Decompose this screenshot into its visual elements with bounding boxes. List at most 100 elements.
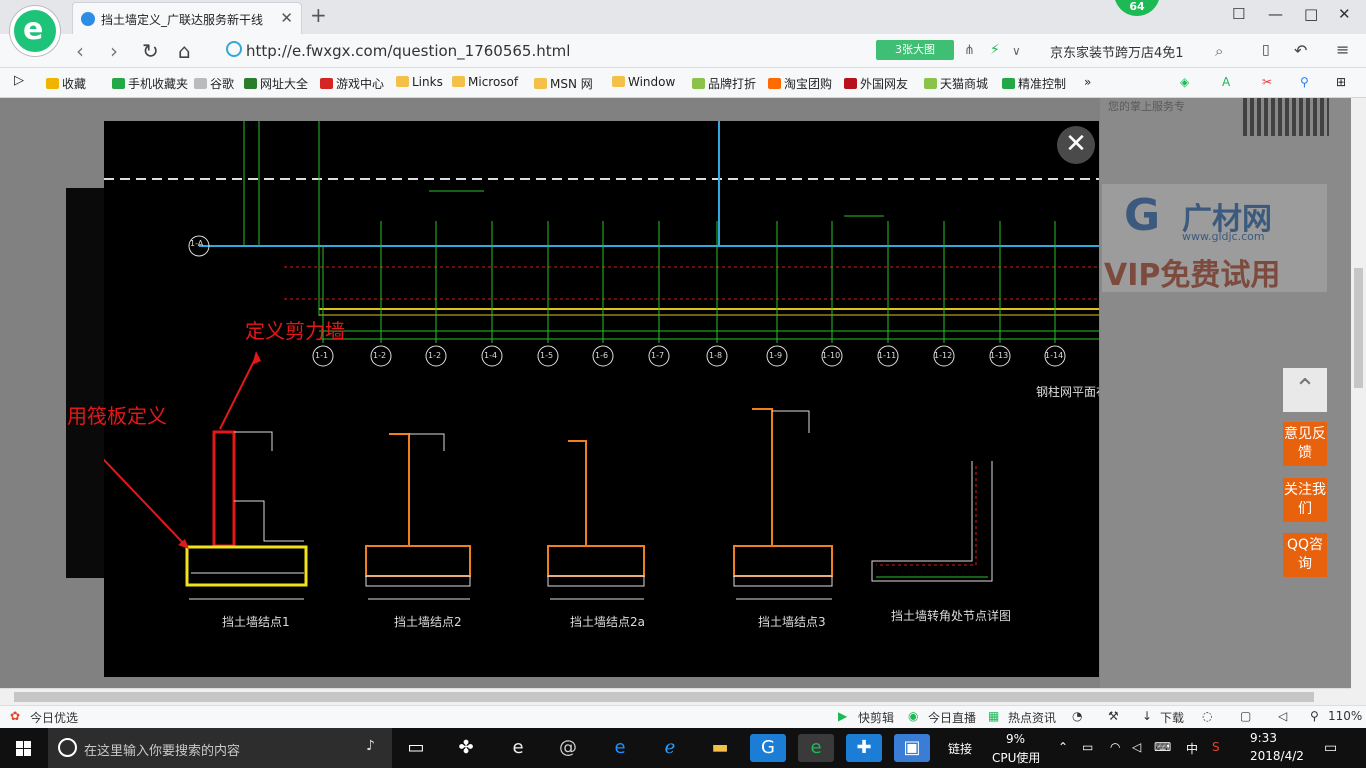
tab-active[interactable]: 挡土墙定义_广联达服务新干线 ✕ bbox=[72, 2, 302, 34]
notification-icon[interactable]: ▭ bbox=[1324, 740, 1337, 756]
axis-label: 1-14 bbox=[1045, 351, 1064, 360]
forward-arrow-icon[interactable]: › bbox=[110, 39, 118, 63]
window-close-button[interactable]: ✕ bbox=[1338, 5, 1351, 23]
sogou-icon[interactable]: S bbox=[1212, 740, 1220, 754]
plus-app-icon[interactable]: ✚ bbox=[846, 734, 882, 762]
file-explorer-icon[interactable]: ▬ bbox=[702, 734, 738, 762]
pinwheel-app-icon[interactable]: ✤ bbox=[448, 734, 484, 762]
link-label[interactable]: 链接 bbox=[948, 740, 972, 757]
home-icon[interactable]: ⌂ bbox=[178, 39, 191, 63]
share-icon[interactable]: ⋔ bbox=[964, 43, 975, 58]
cleaner-icon[interactable]: ◌ bbox=[1202, 709, 1212, 723]
big-image-button[interactable]: 3张大图 bbox=[876, 40, 954, 60]
ie-icon[interactable]: ℯ bbox=[652, 734, 688, 762]
volume-icon[interactable]: ◁ bbox=[1132, 740, 1141, 754]
zoom-level[interactable]: 110% bbox=[1328, 709, 1362, 723]
vertical-scrollbar[interactable] bbox=[1351, 98, 1366, 705]
scroll-thumb[interactable] bbox=[1354, 268, 1363, 388]
page-overlay: 您的掌上服务专 G 广材网 www.gldjc.com VIP免费试用 ⌃ 意见… bbox=[0, 98, 1351, 688]
browser-e-icon[interactable]: e bbox=[500, 734, 536, 762]
promo-link[interactable]: 京东家装节跨万店4免1 bbox=[1050, 42, 1184, 61]
today-live-link[interactable]: 今日直播 bbox=[928, 709, 976, 726]
shield-icon[interactable]: ◈ bbox=[1180, 75, 1189, 89]
bookmark-item[interactable]: 手机收藏夹 bbox=[112, 75, 188, 92]
mobile-icon[interactable]: ▯ bbox=[1262, 42, 1270, 58]
speed-icon[interactable]: ◔ bbox=[1072, 709, 1082, 723]
feedback-button[interactable]: 意见反馈 bbox=[1283, 422, 1327, 466]
bookmark-item[interactable]: 游戏中心 bbox=[320, 75, 384, 92]
qq-consult-button[interactable]: QQ咨询 bbox=[1283, 533, 1327, 577]
back-arrow-icon[interactable]: ‹ bbox=[76, 39, 84, 63]
horizontal-scrollbar[interactable] bbox=[0, 688, 1351, 705]
keyboard-icon[interactable]: ⌨ bbox=[1154, 740, 1171, 754]
bookmark-item[interactable]: 收藏 bbox=[46, 75, 86, 92]
search-icon[interactable]: ⌕ bbox=[1215, 42, 1223, 60]
mobile-service-text: 您的掌上服务专 bbox=[1108, 100, 1185, 113]
microphone-icon[interactable]: ♪ bbox=[366, 738, 375, 754]
daily-picks-link[interactable]: 今日优选 bbox=[30, 709, 78, 726]
lightning-icon[interactable]: ⚡ bbox=[990, 42, 1000, 58]
edge-icon[interactable]: e bbox=[602, 734, 638, 762]
window-icon[interactable]: ▢ bbox=[1240, 709, 1251, 723]
taskbar: 在这里输入你要搜索的内容 ♪ ▭ ✤ e @ e ℯ ▬ G e ✚ ▣ 链接 … bbox=[0, 728, 1366, 768]
bookmark-item[interactable]: Window bbox=[612, 75, 675, 89]
refresh-icon[interactable]: ↻ bbox=[142, 39, 159, 63]
bookmark-item[interactable]: 精准控制 bbox=[1002, 75, 1066, 92]
glodon-app-icon[interactable]: G bbox=[750, 734, 786, 762]
new-tab-button[interactable]: + bbox=[310, 3, 327, 27]
tools-icon[interactable]: ⚒ bbox=[1108, 709, 1119, 723]
annotation-shear-wall: 定义剪力墙 bbox=[245, 319, 345, 343]
shirt-skin-icon[interactable]: ☐ bbox=[1232, 5, 1245, 23]
bookmark-item[interactable]: Microsof bbox=[452, 75, 518, 89]
spiral-app-icon[interactable]: @ bbox=[550, 734, 586, 762]
tab-close-icon[interactable]: ✕ bbox=[280, 9, 293, 27]
ime-indicator[interactable]: 中 bbox=[1186, 740, 1198, 757]
bookmark-item[interactable]: Links bbox=[396, 75, 443, 89]
zoom-icon[interactable]: ⚲ bbox=[1310, 709, 1319, 723]
scissors-icon[interactable]: ✂ bbox=[1262, 75, 1272, 89]
menu-icon[interactable]: ≡ bbox=[1336, 40, 1349, 59]
browser-logo-icon[interactable]: e bbox=[10, 6, 60, 56]
battery-icon[interactable]: ▭ bbox=[1082, 740, 1093, 754]
clock-date[interactable]: 2018/4/2 bbox=[1250, 749, 1304, 763]
undo-icon[interactable]: ↶ bbox=[1294, 41, 1307, 60]
more-bookmarks-icon[interactable]: » bbox=[1084, 75, 1091, 89]
zoom-icon[interactable]: ⚲ bbox=[1300, 75, 1309, 89]
restore-button[interactable]: □ bbox=[1304, 5, 1318, 23]
apps-grid-icon[interactable]: ⊞ bbox=[1336, 75, 1346, 89]
sidebar-toggle-icon[interactable]: ▷ bbox=[14, 73, 24, 88]
taskbar-search[interactable]: 在这里输入你要搜索的内容 ♪ bbox=[48, 728, 392, 768]
bookmark-item[interactable]: 谷歌 bbox=[194, 75, 234, 92]
sound-icon[interactable]: ◁ bbox=[1278, 709, 1287, 723]
hot-news-link[interactable]: 热点资讯 bbox=[1008, 709, 1056, 726]
bookmark-item[interactable]: 品牌打折 bbox=[692, 75, 756, 92]
download-link[interactable]: 下载 bbox=[1160, 709, 1184, 726]
chevron-up-icon[interactable]: ⌃ bbox=[1058, 740, 1068, 754]
scroll-thumb[interactable] bbox=[14, 692, 1314, 702]
photo-app-icon[interactable]: ▣ bbox=[894, 734, 930, 762]
bookmark-item[interactable]: 天猫商城 bbox=[924, 75, 988, 92]
image-viewer[interactable]: 1-A 1-1 1-2 1-2 1-4 1-5 1-6 1-7 1-8 1-9 … bbox=[104, 121, 1099, 677]
bookmark-item[interactable]: 网址大全 bbox=[244, 75, 308, 92]
axis-label: 1-2 bbox=[373, 351, 387, 360]
notification-badge[interactable]: 64 bbox=[1114, 0, 1160, 16]
start-windows-icon[interactable] bbox=[0, 728, 48, 768]
translate-icon[interactable]: A bbox=[1222, 75, 1230, 89]
bookmark-item[interactable]: 淘宝团购 bbox=[768, 75, 832, 92]
minimize-button[interactable]: — bbox=[1268, 5, 1283, 23]
quick-edit-link[interactable]: 快剪辑 bbox=[858, 709, 894, 726]
bookmark-item[interactable]: MSN 网 bbox=[534, 75, 593, 92]
follow-us-button[interactable]: 关注我们 bbox=[1283, 478, 1327, 522]
browser-active-icon[interactable]: e bbox=[798, 734, 834, 762]
close-viewer-button[interactable]: ✕ bbox=[1057, 126, 1095, 164]
chevron-down-icon[interactable]: ∨ bbox=[1012, 44, 1021, 58]
gldjc-ad-banner[interactable]: G 广材网 www.gldjc.com VIP免费试用 bbox=[1102, 184, 1327, 293]
url-text[interactable]: http://e.fwxgx.com/question_1760565.html bbox=[246, 42, 570, 60]
wifi-icon[interactable]: ◠ bbox=[1110, 740, 1120, 754]
axis-label: 1-6 bbox=[595, 351, 609, 360]
axis-label: 1-10 bbox=[822, 351, 841, 360]
task-view-icon[interactable]: ▭ bbox=[398, 734, 434, 762]
clock-time[interactable]: 9:33 bbox=[1250, 731, 1277, 745]
bookmark-item[interactable]: 外国网友 bbox=[844, 75, 908, 92]
back-to-top-button[interactable]: ⌃ bbox=[1283, 368, 1327, 412]
